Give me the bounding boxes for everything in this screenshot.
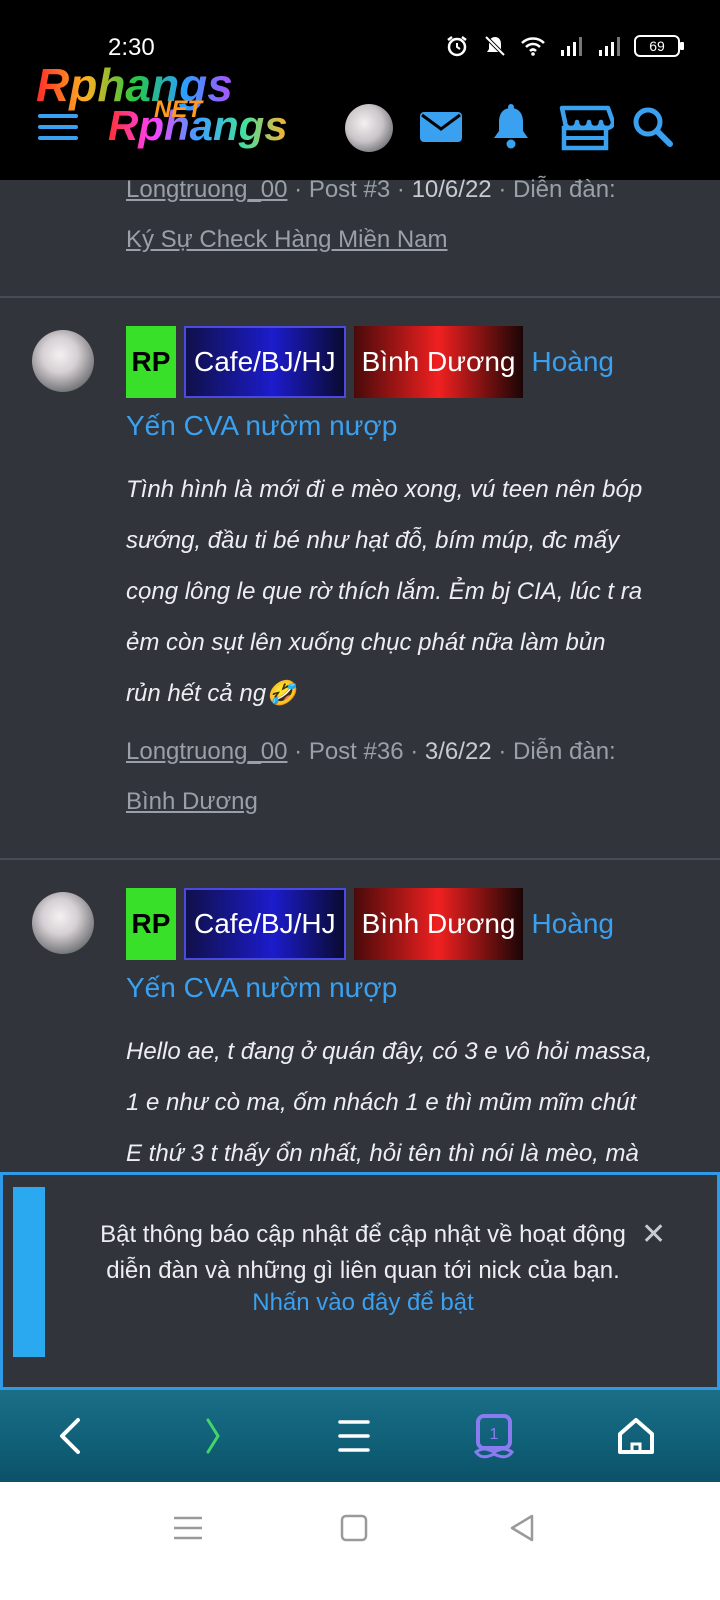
app-header: Rphangs Rphangs NET xyxy=(0,59,720,180)
close-icon[interactable]: ✕ xyxy=(641,1217,666,1252)
prefix-badge-location: Bình Dương xyxy=(353,326,524,398)
body-line: rủn hết cả ng🤣 xyxy=(126,680,296,707)
body-line: cọng lông le que rờ thích lắm. Ẻm bj CIA… xyxy=(126,578,643,605)
post-title-continued[interactable]: Yến CVA nườm nượp xyxy=(126,972,397,1004)
post-number: Post #36 xyxy=(308,738,404,765)
prefix-badge-rp: RP xyxy=(126,888,176,960)
store-icon[interactable] xyxy=(556,102,614,152)
enable-notifications-link[interactable]: Nhấn vào đây để bật xyxy=(63,1289,663,1317)
tabs-icon[interactable]: 1 xyxy=(466,1408,522,1464)
post-title-continued[interactable]: Yến CVA nườm nượp xyxy=(126,410,397,442)
signal-icon xyxy=(561,37,582,56)
divider xyxy=(0,858,720,860)
prefix-badge-rp: RP xyxy=(126,326,176,398)
post-title-row[interactable]: RP Cafe/BJ/HJ Bình Dương Hoàng xyxy=(126,326,614,398)
recent-apps-icon[interactable] xyxy=(168,1508,208,1548)
divider xyxy=(0,296,720,298)
forward-icon[interactable] xyxy=(186,1408,242,1464)
avatar[interactable] xyxy=(345,104,393,152)
banner-message: Bật thông báo cập nhật để cập nhật về ho… xyxy=(63,1217,663,1289)
banner-accent xyxy=(13,1187,45,1357)
post-meta: Longtruong_00 · Post #36 · 3/6/22 · Diễn… xyxy=(126,738,616,765)
prefix-badge-location: Bình Dương xyxy=(353,888,524,960)
post-body[interactable]: Tình hình là mới đi e mèo xong, vú teen … xyxy=(126,464,686,719)
forum-label: Diễn đàn: xyxy=(512,176,616,203)
wifi-icon xyxy=(521,37,545,56)
body-line: ẻm còn sụt lên xuống chục phát nữa làm b… xyxy=(126,629,606,656)
body-line: sướng, đầu ti bé như hạt đỗ, bím múp, đc… xyxy=(126,527,620,554)
status-icons: 69 xyxy=(444,34,684,58)
body-line: Hello ae, t đang ở quán đây, có 3 e vô h… xyxy=(126,1038,653,1065)
menu-icon[interactable] xyxy=(326,1408,382,1464)
banner-line: Bật thông báo cập nhật để cập nhật về ho… xyxy=(100,1221,626,1248)
mute-icon xyxy=(484,35,506,57)
forum-link[interactable]: Ký Sự Check Hàng Miền Nam xyxy=(126,226,448,254)
back-icon[interactable] xyxy=(502,1508,542,1548)
home-icon[interactable] xyxy=(334,1508,374,1548)
post-date: 10/6/22 xyxy=(411,176,492,203)
logo-net: NET xyxy=(154,96,202,123)
post-body[interactable]: Hello ae, t đang ở quán đây, có 3 e vô h… xyxy=(126,1026,686,1179)
author-link[interactable]: Longtruong_00 xyxy=(126,738,287,765)
post-number: Post #3 xyxy=(308,176,391,203)
forum-label: Diễn đàn: xyxy=(512,738,616,765)
mail-icon[interactable] xyxy=(416,102,466,152)
push-notification-banner: Bật thông báo cập nhật để cập nhật về ho… xyxy=(0,1172,720,1390)
site-logo[interactable]: Rphangs Rphangs NET xyxy=(36,58,326,178)
forum-link[interactable]: Bình Dương xyxy=(126,788,258,816)
menu-icon[interactable] xyxy=(38,114,78,144)
alarm-icon xyxy=(447,36,467,57)
tab-count: 1 xyxy=(490,1426,499,1443)
prefix-badge-cafe: Cafe/BJ/HJ xyxy=(184,326,346,398)
back-icon[interactable] xyxy=(44,1408,100,1464)
bell-icon[interactable] xyxy=(486,102,536,152)
post-title[interactable]: Hoàng xyxy=(531,908,614,940)
author-link[interactable]: Longtruong_00 xyxy=(126,176,287,203)
post-meta: Longtruong_00 · Post #3 · 10/6/22 · Diễn… xyxy=(126,176,616,203)
body-line: Tình hình là mới đi e mèo xong, vú teen … xyxy=(126,476,643,503)
post-title-row[interactable]: RP Cafe/BJ/HJ Bình Dương Hoàng xyxy=(126,888,614,960)
post-title[interactable]: Hoàng xyxy=(531,346,614,378)
banner-line: diễn đàn và những gì liên quan tới nick … xyxy=(106,1257,620,1284)
battery-icon: 69 xyxy=(634,35,684,57)
signal-icon xyxy=(599,37,620,56)
system-nav-bar xyxy=(0,1482,720,1600)
post-date: 3/6/22 xyxy=(424,738,492,765)
avatar[interactable] xyxy=(32,330,94,392)
search-icon[interactable] xyxy=(628,102,678,152)
prefix-badge-cafe: Cafe/BJ/HJ xyxy=(184,888,346,960)
body-line: 1 e như cò ma, ốm nhách 1 e thì mũm mĩm … xyxy=(126,1089,637,1116)
avatar[interactable] xyxy=(32,892,94,954)
browser-toolbar: 1 xyxy=(0,1390,720,1482)
home-icon[interactable] xyxy=(608,1408,664,1464)
